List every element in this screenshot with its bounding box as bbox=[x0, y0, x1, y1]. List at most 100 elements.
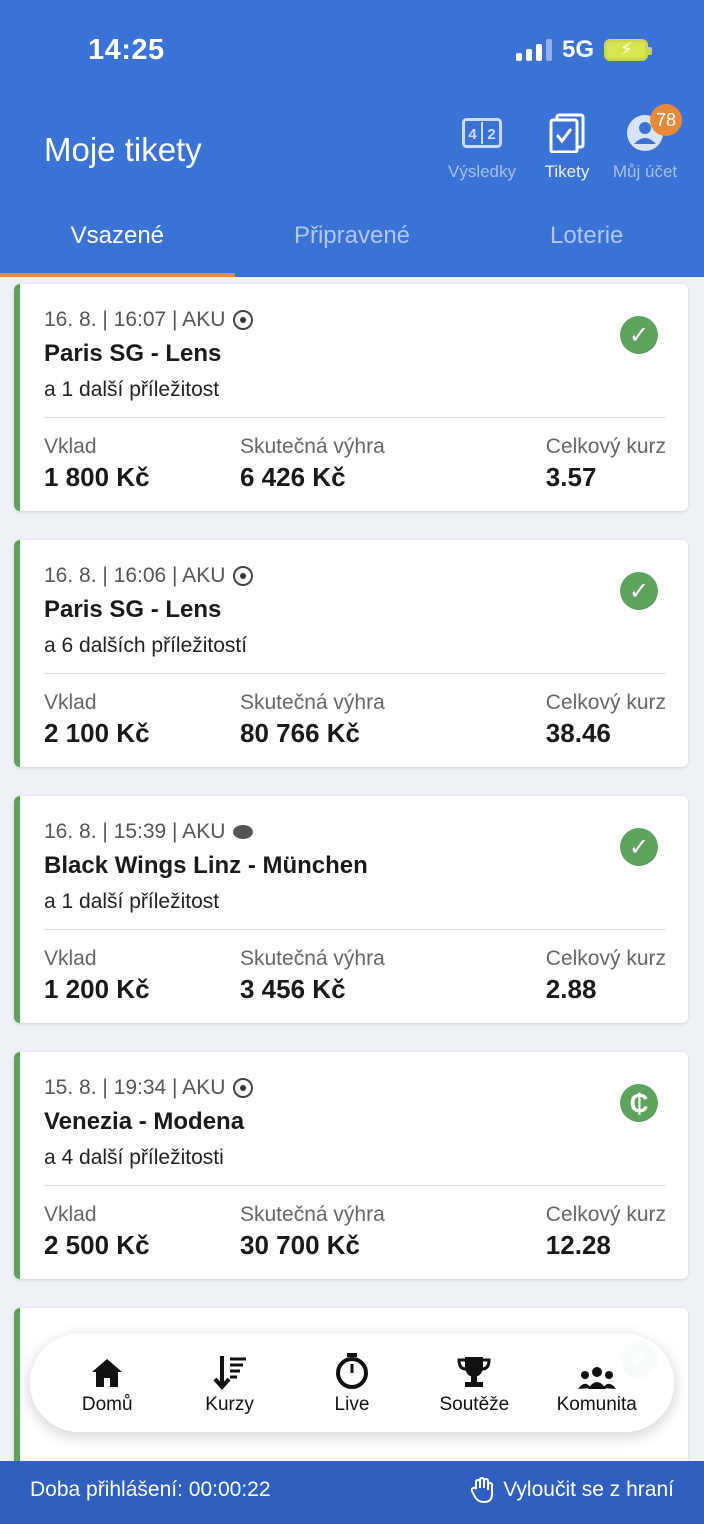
ticket-subtitle: a 1 další příležitost bbox=[44, 378, 220, 401]
odds-label: Celkový kurz bbox=[545, 435, 666, 458]
ticket-card[interactable]: 16. 8. | 16:07 | AKU Paris SG - Lens a 1… bbox=[14, 284, 688, 511]
ticket-meta-text: 15. 8. | 19:34 | AKU bbox=[44, 1076, 226, 1099]
account-button[interactable]: 78 Můj účet bbox=[606, 104, 684, 182]
ticket-meta-text: 16. 8. | 15:39 | AKU bbox=[44, 820, 226, 843]
tab-prepared[interactable]: Připravené bbox=[235, 210, 470, 277]
win-value: 80 766 Kč bbox=[240, 718, 360, 748]
won-check-icon: ✓ bbox=[620, 828, 658, 866]
ticket-meta: 15. 8. | 19:34 | AKU bbox=[44, 1076, 254, 1100]
ticket-tabs: Vsazené Připravené Loterie bbox=[0, 210, 704, 277]
battery-icon: ⚡ bbox=[604, 39, 652, 61]
ticket-subtitle: a 6 dalších příležitostí bbox=[44, 634, 248, 657]
ticket-meta: 16. 8. | 16:06 | AKU bbox=[44, 564, 254, 588]
hand-stop-icon bbox=[471, 1476, 494, 1503]
tab-placed[interactable]: Vsazené bbox=[0, 210, 235, 277]
odds-value: 2.88 bbox=[545, 974, 597, 1004]
ticket-title: Paris SG - Lens bbox=[44, 340, 222, 367]
nav-home[interactable]: Domů bbox=[52, 1350, 162, 1416]
odds-value: 38.46 bbox=[545, 718, 611, 748]
account-label: Můj účet bbox=[612, 162, 678, 181]
nav-live[interactable]: Live bbox=[297, 1350, 407, 1416]
nav-odds[interactable]: Kurzy bbox=[175, 1350, 285, 1416]
won-check-icon: ✓ bbox=[620, 572, 658, 610]
hockey-puck-icon bbox=[233, 825, 254, 839]
nav-community-label: Komunita bbox=[556, 1394, 637, 1415]
ticket-card[interactable]: 16. 8. | 16:06 | AKU Paris SG - Lens a 6… bbox=[14, 540, 688, 767]
ticket-meta: 16. 8. | 15:39 | AKU bbox=[44, 820, 254, 844]
status-indicators: 5G ⚡ bbox=[515, 36, 652, 64]
results-button[interactable]: 4 2 Výsledky bbox=[440, 108, 524, 182]
stake-label: Vklad bbox=[44, 691, 97, 714]
nav-competitions-label: Soutěže bbox=[439, 1394, 510, 1415]
stake-label: Vklad bbox=[44, 947, 97, 970]
trophy-icon bbox=[419, 1350, 529, 1390]
ticket-card[interactable]: 16. 8. | 15:39 | AKU Black Wings Linz - … bbox=[14, 796, 688, 1023]
ticket-check-icon bbox=[528, 108, 606, 158]
stake-value: 1 800 Kč bbox=[44, 462, 150, 492]
nav-home-label: Domů bbox=[81, 1394, 133, 1415]
stake-value: 1 200 Kč bbox=[44, 974, 150, 1004]
ticket-title: Venezia - Modena bbox=[44, 1108, 245, 1135]
football-icon bbox=[233, 566, 254, 586]
nav-competitions[interactable]: Soutěže bbox=[419, 1350, 529, 1416]
ticket-card[interactable]: 15. 8. | 19:34 | AKU Venezia - Modena a … bbox=[14, 1052, 688, 1279]
self-exclusion-link[interactable]: Vyloučit se z hraní bbox=[471, 1476, 674, 1503]
ticket-meta: 16. 8. | 16:07 | AKU bbox=[44, 308, 254, 332]
community-icon bbox=[542, 1350, 652, 1390]
win-label: Skutečná výhra bbox=[240, 1203, 385, 1226]
ticket-subtitle: a 1 další příležitost bbox=[44, 890, 220, 913]
ticket-title: Black Wings Linz - München bbox=[44, 852, 368, 879]
win-label: Skutečná výhra bbox=[240, 435, 385, 458]
nav-odds-label: Kurzy bbox=[205, 1394, 254, 1415]
divider bbox=[44, 417, 666, 418]
stopwatch-icon bbox=[297, 1350, 407, 1390]
stake-label: Vklad bbox=[44, 1203, 97, 1226]
nav-community[interactable]: Komunita bbox=[542, 1350, 652, 1416]
win-label: Skutečná výhra bbox=[240, 947, 385, 970]
football-icon bbox=[233, 310, 254, 330]
odds-value: 12.28 bbox=[545, 1230, 611, 1260]
self-exclusion-label: Vyloučit se z hraní bbox=[503, 1477, 674, 1501]
win-value: 3 456 Kč bbox=[240, 974, 346, 1004]
nav-live-label: Live bbox=[334, 1394, 370, 1415]
stake-label: Vklad bbox=[44, 435, 97, 458]
scoreboard-icon: 4 2 bbox=[440, 108, 524, 158]
session-footer: Doba přihlášení: 00:00:22 Vyloučit se z … bbox=[0, 1461, 704, 1524]
win-value: 30 700 Kč bbox=[240, 1230, 360, 1260]
won-check-icon: ✓ bbox=[620, 316, 658, 354]
signal-icon bbox=[515, 39, 552, 61]
network-type: 5G bbox=[561, 36, 594, 63]
odds-label: Celkový kurz bbox=[545, 691, 666, 714]
app-header: 14:25 5G ⚡ Moje tikety 4 2 Výsledky Tike… bbox=[0, 0, 704, 277]
tickets-label: Tikety bbox=[544, 162, 590, 181]
ticket-subtitle: a 4 další příležitosti bbox=[44, 1146, 224, 1169]
divider bbox=[44, 673, 666, 674]
odds-label: Celkový kurz bbox=[545, 947, 666, 970]
results-label: Výsledky bbox=[447, 162, 517, 181]
tab-lottery[interactable]: Loterie bbox=[469, 210, 704, 277]
divider bbox=[44, 1185, 666, 1186]
stake-value: 2 500 Kč bbox=[44, 1230, 150, 1260]
header-actions: 4 2 Výsledky Tikety 78 Můj účet bbox=[440, 104, 684, 182]
svg-text:4: 4 bbox=[468, 126, 477, 143]
notification-badge: 78 bbox=[650, 104, 682, 136]
ticket-meta-text: 16. 8. | 16:07 | AKU bbox=[44, 308, 226, 331]
bottom-navigation: Domů Kurzy Live Soutěže Komunita bbox=[30, 1334, 674, 1432]
session-timer: Doba přihlášení: 00:00:22 bbox=[30, 1477, 271, 1501]
ticket-meta-text: 16. 8. | 16:06 | AKU bbox=[44, 564, 226, 587]
status-time: 14:25 bbox=[88, 34, 165, 66]
cashout-icon: ₵ bbox=[620, 1084, 658, 1122]
tickets-button[interactable]: Tikety bbox=[528, 108, 606, 182]
divider bbox=[44, 929, 666, 930]
home-icon bbox=[52, 1350, 162, 1390]
win-label: Skutečná výhra bbox=[240, 691, 385, 714]
ticket-title: Paris SG - Lens bbox=[44, 596, 222, 623]
odds-value: 3.57 bbox=[545, 462, 597, 492]
stake-value: 2 100 Kč bbox=[44, 718, 150, 748]
odds-sort-icon bbox=[175, 1350, 285, 1390]
football-icon bbox=[233, 1078, 254, 1098]
svg-text:2: 2 bbox=[487, 126, 495, 143]
win-value: 6 426 Kč bbox=[240, 462, 346, 492]
page-title: Moje tikety bbox=[44, 131, 202, 168]
odds-label: Celkový kurz bbox=[545, 1203, 666, 1226]
